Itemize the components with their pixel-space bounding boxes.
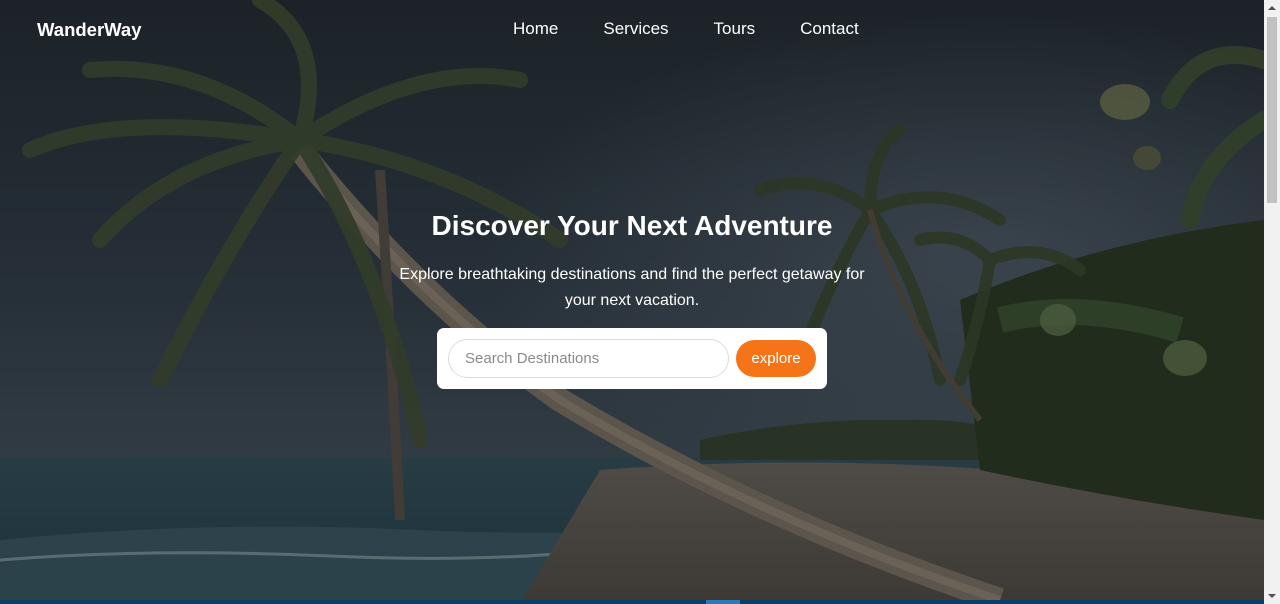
- nav-links: Home Services Tours Contact: [513, 19, 859, 39]
- bottom-edge-strip: [0, 600, 1264, 604]
- scroll-down-arrow[interactable]: [1264, 588, 1280, 604]
- search-box: explore: [437, 328, 827, 389]
- hero-subtitle: Explore breathtaking destinations and fi…: [399, 266, 865, 309]
- nav-link-services[interactable]: Services: [603, 19, 668, 39]
- nav-link-contact[interactable]: Contact: [800, 19, 859, 39]
- nav-link-tours[interactable]: Tours: [714, 19, 756, 39]
- chevron-up-icon: [1268, 6, 1276, 10]
- navbar: WanderWay Home Services Tours Contact: [0, 0, 1264, 60]
- scroll-up-arrow[interactable]: [1264, 0, 1280, 16]
- scrollbar-thumb[interactable]: [1267, 17, 1277, 203]
- chevron-down-icon: [1268, 594, 1276, 598]
- bottom-edge-marker: [706, 600, 740, 604]
- nav-link-home[interactable]: Home: [513, 19, 558, 39]
- vertical-scrollbar[interactable]: [1264, 0, 1280, 604]
- brand-logo[interactable]: WanderWay: [37, 19, 142, 41]
- search-input[interactable]: [448, 339, 729, 378]
- hero-section: WanderWay Home Services Tours Contact Di…: [0, 0, 1264, 604]
- hero-title: Discover Your Next Adventure: [431, 210, 833, 241]
- explore-button[interactable]: explore: [736, 340, 816, 377]
